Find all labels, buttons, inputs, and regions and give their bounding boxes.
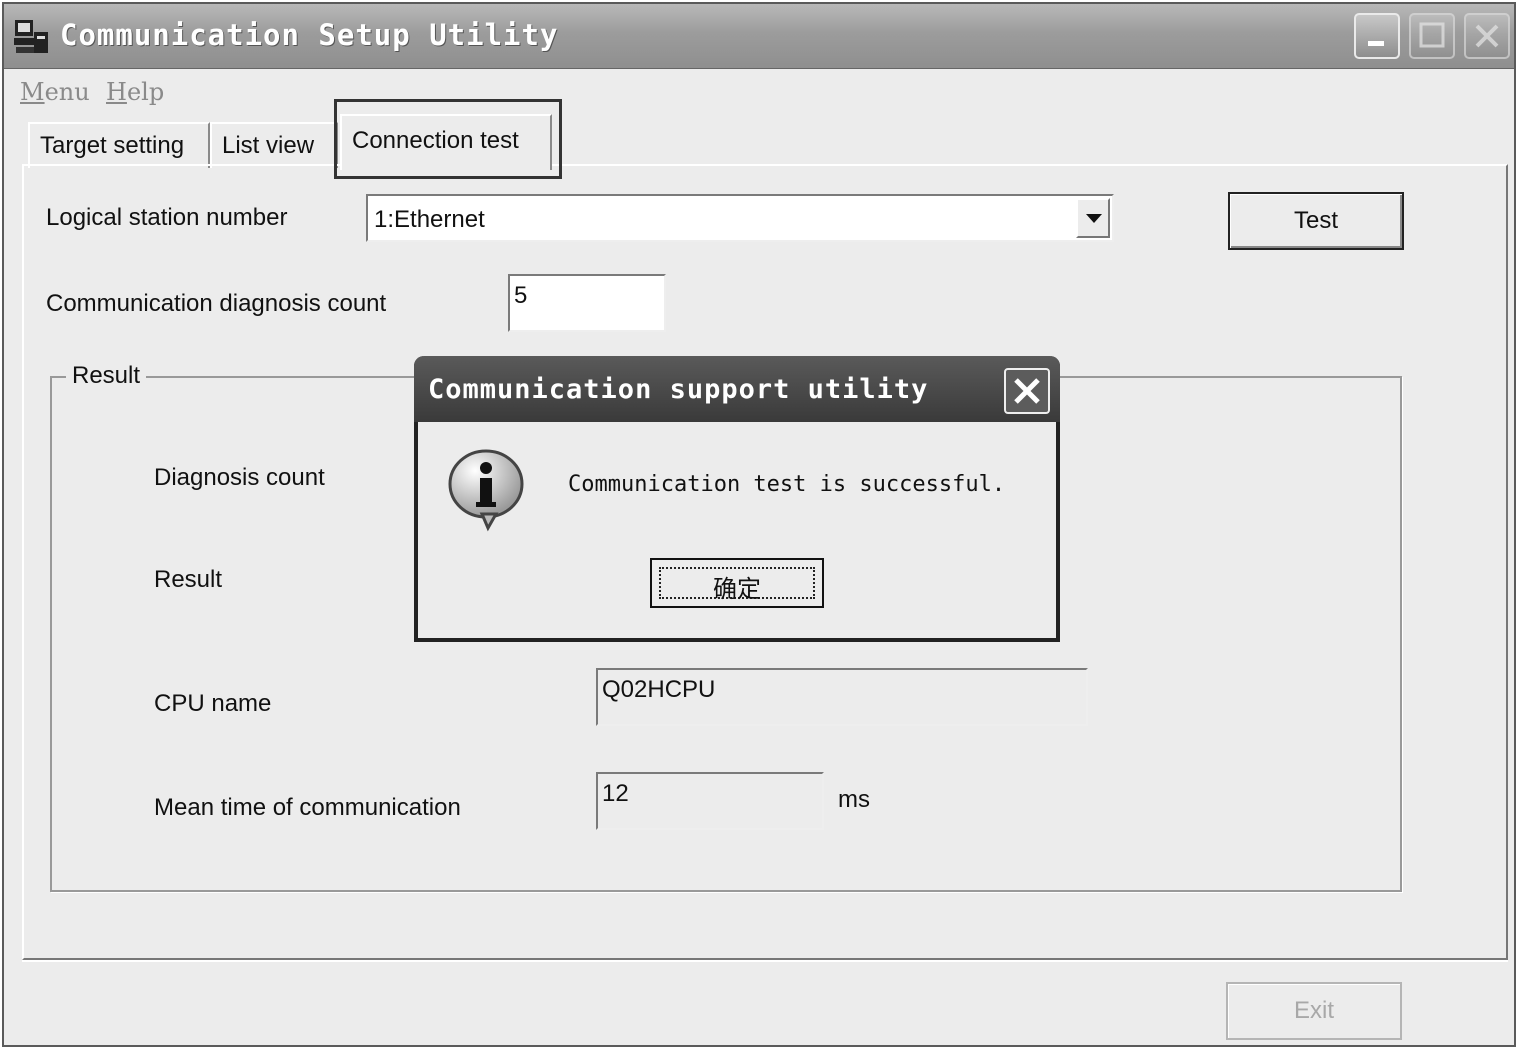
menu-bar: Menu Help: [4, 70, 1514, 112]
result-label: Result: [154, 566, 223, 593]
logical-station-value: 1:Ethernet: [374, 206, 485, 233]
maximize-icon: [1419, 22, 1445, 48]
ok-button[interactable]: 确定: [650, 558, 824, 608]
menu-item-menu[interactable]: Menu: [20, 78, 90, 106]
dialog-title-bar[interactable]: Communication support utility: [414, 356, 1060, 422]
tab-list-view[interactable]: List view: [210, 122, 338, 168]
minimize-icon: [1368, 41, 1384, 46]
dropdown-arrow-button[interactable]: [1076, 198, 1110, 238]
mean-time-field: 12: [596, 772, 824, 830]
footer-divider: [22, 960, 1508, 962]
cpu-name-field: Q02HCPU: [596, 668, 1088, 726]
test-button[interactable]: Test: [1228, 192, 1404, 250]
menu-item-help[interactable]: Help: [106, 78, 164, 106]
close-icon: [1475, 24, 1499, 48]
ok-button-label: 确定: [713, 575, 761, 603]
result-group-title: Result: [66, 362, 147, 390]
dialog-close-button[interactable]: [1004, 368, 1050, 414]
diag-count-label: Communication diagnosis count: [46, 290, 387, 317]
tab-connection-test[interactable]: Connection test: [340, 114, 552, 170]
logical-station-label: Logical station number: [46, 204, 288, 231]
dialog-title: Communication support utility: [428, 374, 929, 405]
app-computer-icon: [14, 20, 48, 53]
exit-button: Exit: [1226, 982, 1402, 1040]
message-dialog: Communication support utility Communicat…: [414, 356, 1060, 642]
close-window-button: [1464, 13, 1510, 59]
maximize-button: [1409, 13, 1455, 59]
main-window: Communication Setup Utility Menu Help Ta…: [2, 2, 1516, 1047]
cpu-name-label: CPU name: [154, 690, 272, 717]
tab-target-setting[interactable]: Target setting: [28, 122, 210, 168]
logical-station-dropdown[interactable]: 1:Ethernet: [366, 194, 1114, 242]
title-bar[interactable]: Communication Setup Utility: [4, 4, 1514, 69]
window-title: Communication Setup Utility: [60, 18, 559, 52]
minimize-button[interactable]: [1354, 13, 1400, 59]
diagnosis-count-label: Diagnosis count: [154, 464, 325, 491]
info-icon: [448, 449, 524, 532]
close-icon: [1014, 378, 1040, 404]
mean-time-unit: ms: [838, 786, 870, 813]
dialog-message: Communication test is successful.: [568, 472, 1006, 497]
diag-count-input[interactable]: 5: [508, 274, 666, 332]
mean-time-label: Mean time of communication: [154, 794, 461, 821]
chevron-down-icon: [1086, 214, 1102, 223]
